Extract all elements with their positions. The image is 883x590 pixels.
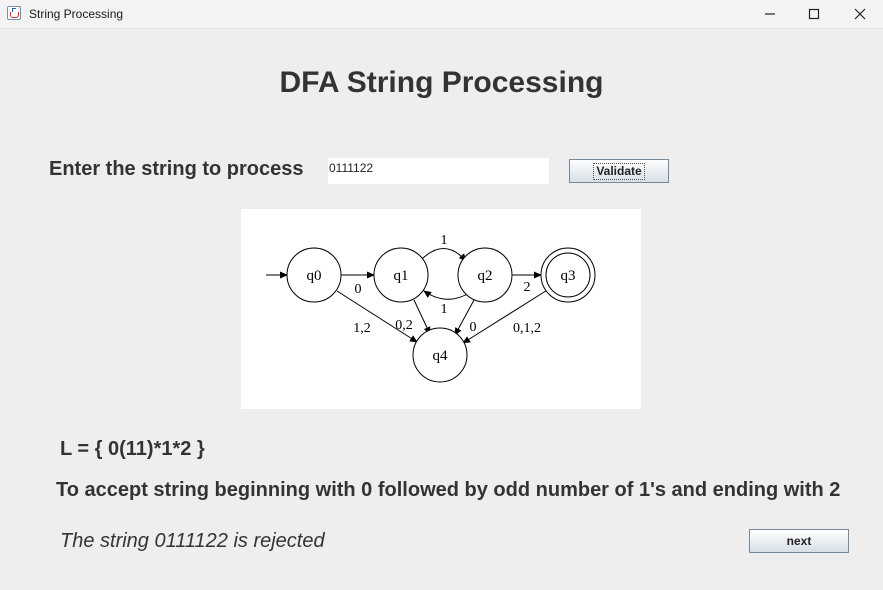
next-button-label: next: [786, 534, 812, 548]
java-cup-icon: [7, 6, 21, 20]
page-title: DFA String Processing: [279, 66, 604, 99]
edge-label: 0: [355, 282, 362, 297]
string-prompt-label: Enter the string to process: [49, 158, 304, 180]
edge-label: 1,2: [353, 321, 371, 336]
edge-label: 0: [470, 320, 477, 335]
dfa-diagram-svg: q0 q1 q2 q3 q4 0 1,2 1 1 0,2 0 2 0,1,2: [266, 233, 596, 383]
validate-button-label: Validate: [593, 163, 645, 180]
next-button[interactable]: next: [749, 529, 849, 553]
string-input[interactable]: 0111122: [328, 158, 549, 184]
state-label: q3: [561, 268, 576, 284]
maximize-button[interactable]: [791, 0, 837, 28]
language-description: To accept string beginning with 0 follow…: [56, 479, 841, 501]
window-title: String Processing: [29, 7, 124, 21]
validate-button[interactable]: Validate: [569, 159, 669, 183]
edge-q1-q2: [419, 248, 467, 262]
state-label: q2: [478, 268, 493, 284]
edge-label: 2: [524, 280, 531, 295]
maximize-icon: [808, 8, 820, 20]
result-message: The string 0111122 is rejected: [60, 530, 325, 552]
string-input-value: 0111122: [329, 161, 374, 175]
dfa-diagram: q0 q1 q2 q3 q4 0 1,2 1 1 0,2 0 2 0,1,2: [241, 209, 641, 409]
edge-q1-q4: [413, 299, 431, 335]
state-label: q4: [433, 348, 449, 364]
close-icon: [854, 8, 866, 20]
minimize-icon: [765, 13, 775, 15]
state-label: q1: [394, 268, 409, 284]
state-label: q0: [307, 268, 322, 284]
edge-label: 1: [441, 302, 448, 317]
edge-label: 0,2: [395, 318, 413, 333]
close-button[interactable]: [837, 0, 883, 28]
edge-label: 1: [441, 233, 448, 248]
edge-label: 0,1,2: [513, 321, 541, 336]
language-expression: L = { 0(11)*1*2 }: [60, 438, 205, 460]
minimize-button[interactable]: [747, 0, 793, 28]
title-bar: String Processing: [0, 0, 883, 29]
